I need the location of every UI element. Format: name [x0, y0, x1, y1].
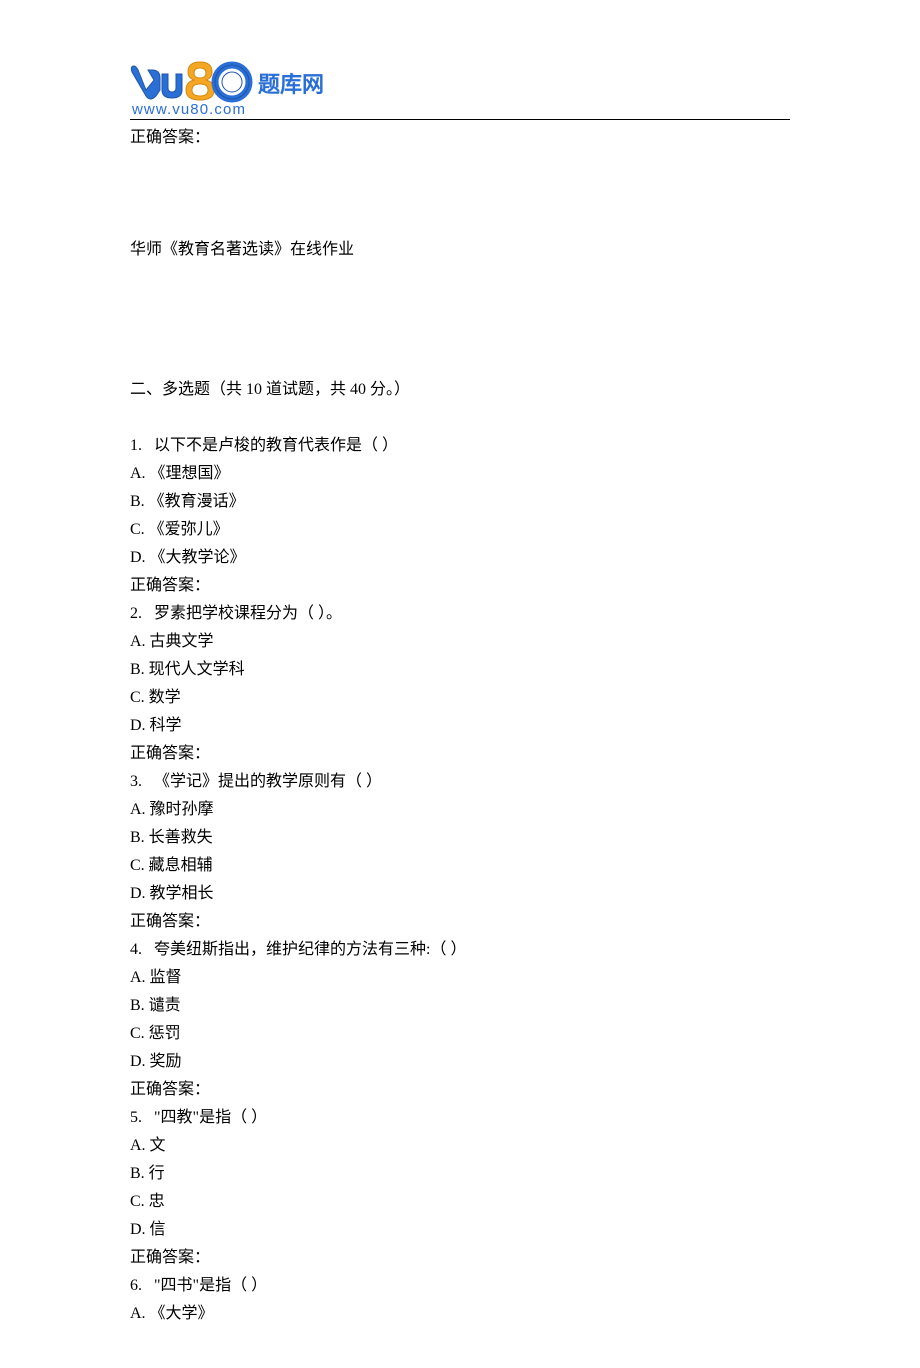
question-option: C. 数学 — [130, 684, 790, 712]
site-logo: 题库网 www.vu80.com — [130, 60, 790, 117]
question-option: A. 《理想国》 — [130, 460, 790, 488]
question-option: B. 长善救失 — [130, 824, 790, 852]
question-option: B. 谴责 — [130, 992, 790, 1020]
question-stem: 1. 以下不是卢梭的教育代表作是（ ） — [130, 432, 790, 460]
question-option: D. 《大教学论》 — [130, 544, 790, 572]
correct-answer-label: 正确答案： — [130, 572, 790, 600]
question-option: C. 惩罚 — [130, 1020, 790, 1048]
correct-answer-label: 正确答案： — [130, 1076, 790, 1104]
question-stem: 6. "四书"是指（ ） — [130, 1272, 790, 1300]
question-stem: 5. "四教"是指（ ） — [130, 1104, 790, 1132]
correct-answer-label: 正确答案： — [130, 124, 790, 152]
question-option: C. 《爱弥儿》 — [130, 516, 790, 544]
header-divider — [130, 119, 790, 120]
logo-brand-text: 题库网 — [258, 72, 323, 97]
section-heading: 二、多选题（共 10 道试题，共 40 分。） — [130, 376, 790, 404]
question-option: D. 教学相长 — [130, 880, 790, 908]
question-option: A. 《大学》 — [130, 1300, 790, 1328]
question-option: D. 科学 — [130, 712, 790, 740]
question-option: C. 藏息相辅 — [130, 852, 790, 880]
question-option: A. 豫时孙摩 — [130, 796, 790, 824]
correct-answer-label: 正确答案： — [130, 908, 790, 936]
question-option: D. 信 — [130, 1216, 790, 1244]
question-option: C. 忠 — [130, 1188, 790, 1216]
question-option: B. 行 — [130, 1160, 790, 1188]
source-title: 华师《教育名著选读》在线作业 — [130, 236, 790, 264]
question-stem: 3. 《学记》提出的教学原则有（ ） — [130, 768, 790, 796]
question-option: B. 《教育漫话》 — [130, 488, 790, 516]
question-stem: 4. 夸美纽斯指出，维护纪律的方法有三种:（ ） — [130, 936, 790, 964]
question-stem: 2. 罗素把学校课程分为（ ）。 — [130, 600, 790, 628]
question-option: B. 现代人文学科 — [130, 656, 790, 684]
correct-answer-label: 正确答案： — [130, 1244, 790, 1272]
correct-answer-label: 正确答案： — [130, 740, 790, 768]
logo-url-text: www.vu80.com — [131, 101, 246, 117]
question-option: A. 监督 — [130, 964, 790, 992]
question-option: A. 古典文学 — [130, 628, 790, 656]
question-option: D. 奖励 — [130, 1048, 790, 1076]
question-option: A. 文 — [130, 1132, 790, 1160]
